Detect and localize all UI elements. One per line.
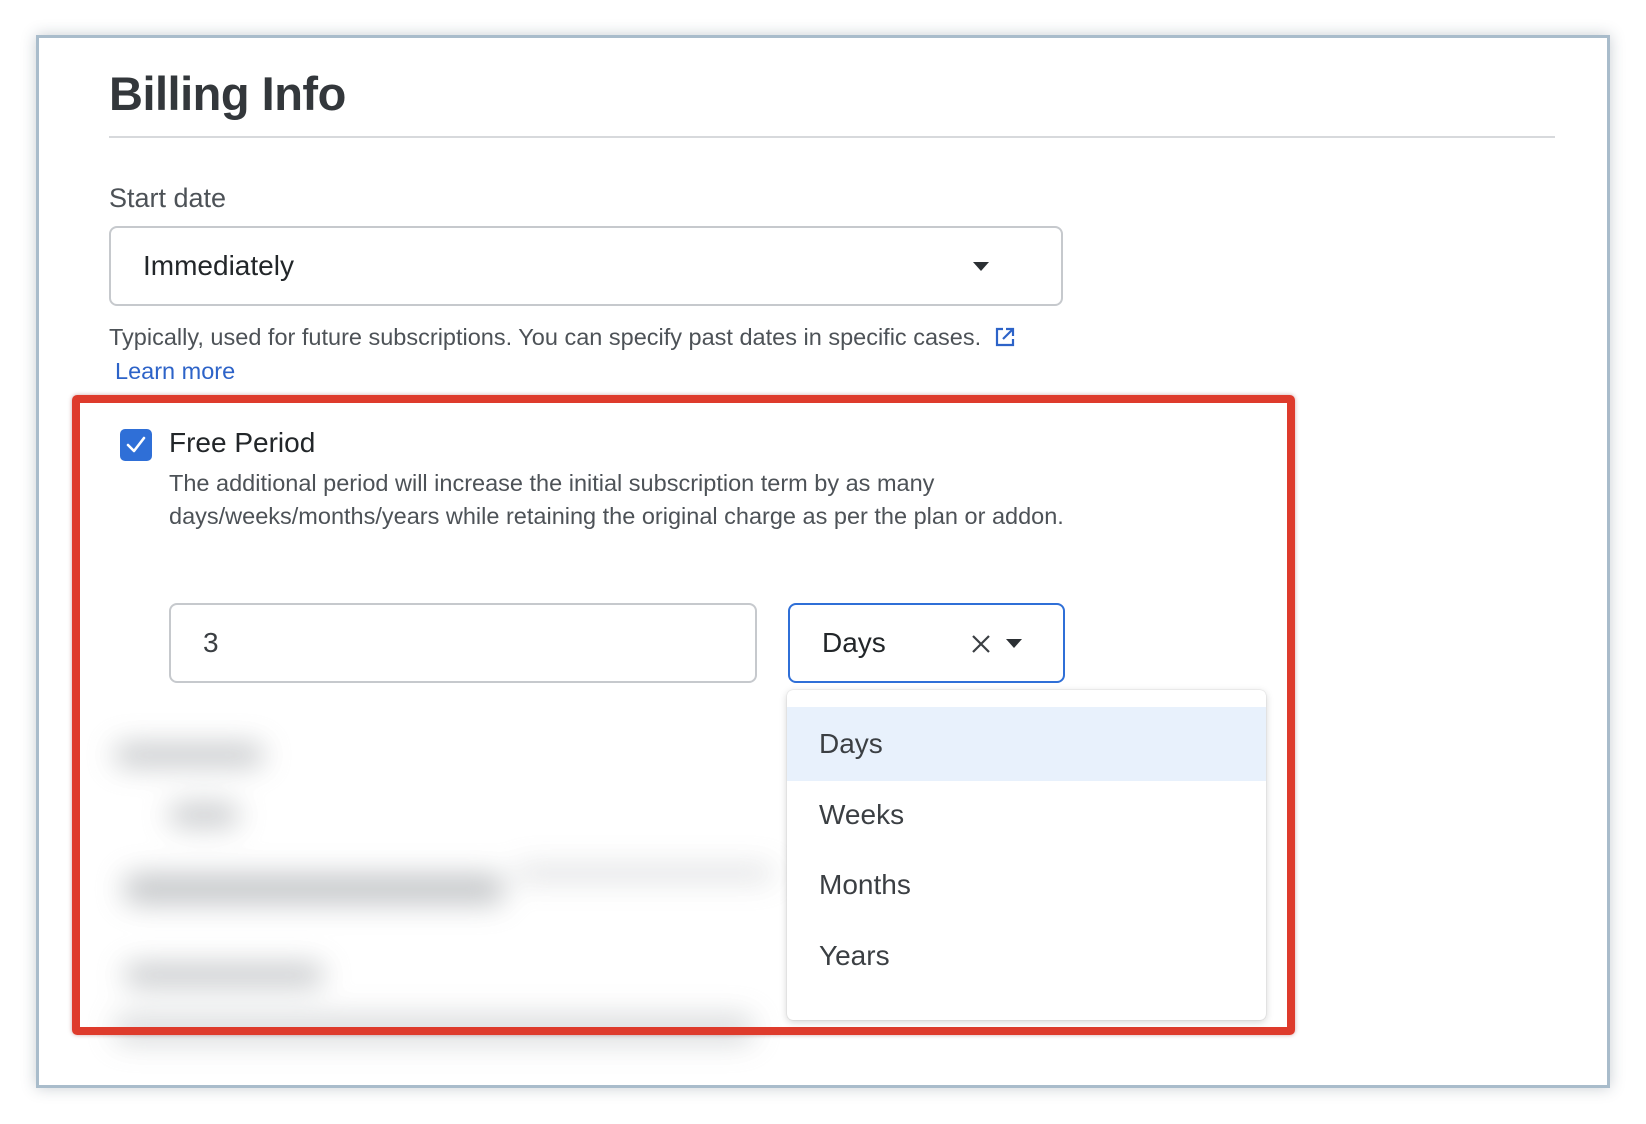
free-period-unit-select[interactable]: Days (788, 603, 1065, 683)
dropdown-option-months[interactable]: Months (787, 848, 1266, 922)
start-date-label: Start date (109, 183, 227, 213)
start-date-helper: Typically, used for future subscriptions… (109, 320, 1029, 388)
unit-dropdown-menu: Days Weeks Months Years (787, 690, 1266, 1020)
free-period-quantity-input[interactable] (169, 603, 757, 683)
title-divider (109, 136, 1555, 138)
external-link-icon[interactable] (994, 326, 1016, 348)
billing-info-panel: Billing Info Start date Immediately Typi… (36, 35, 1610, 1088)
learn-more-link[interactable]: Learn more (115, 358, 235, 384)
dropdown-option-years[interactable]: Years (787, 919, 1266, 993)
free-period-checkbox[interactable] (120, 429, 152, 461)
free-period-unit-value: Days (822, 627, 886, 658)
caret-down-icon (973, 262, 989, 271)
free-period-label: Free Period (169, 427, 316, 458)
start-date-select[interactable]: Immediately (109, 226, 1063, 306)
close-icon[interactable] (970, 633, 992, 655)
start-date-helper-text: Typically, used for future subscriptions… (109, 324, 982, 350)
dropdown-option-days[interactable]: Days (787, 707, 1266, 781)
caret-down-icon[interactable] (1006, 639, 1022, 648)
free-period-description: The additional period will increase the … (169, 470, 1064, 529)
start-date-value: Immediately (143, 250, 294, 281)
dropdown-option-weeks[interactable]: Weeks (787, 778, 1266, 852)
check-icon (126, 436, 146, 453)
page-title: Billing Info (109, 67, 346, 120)
